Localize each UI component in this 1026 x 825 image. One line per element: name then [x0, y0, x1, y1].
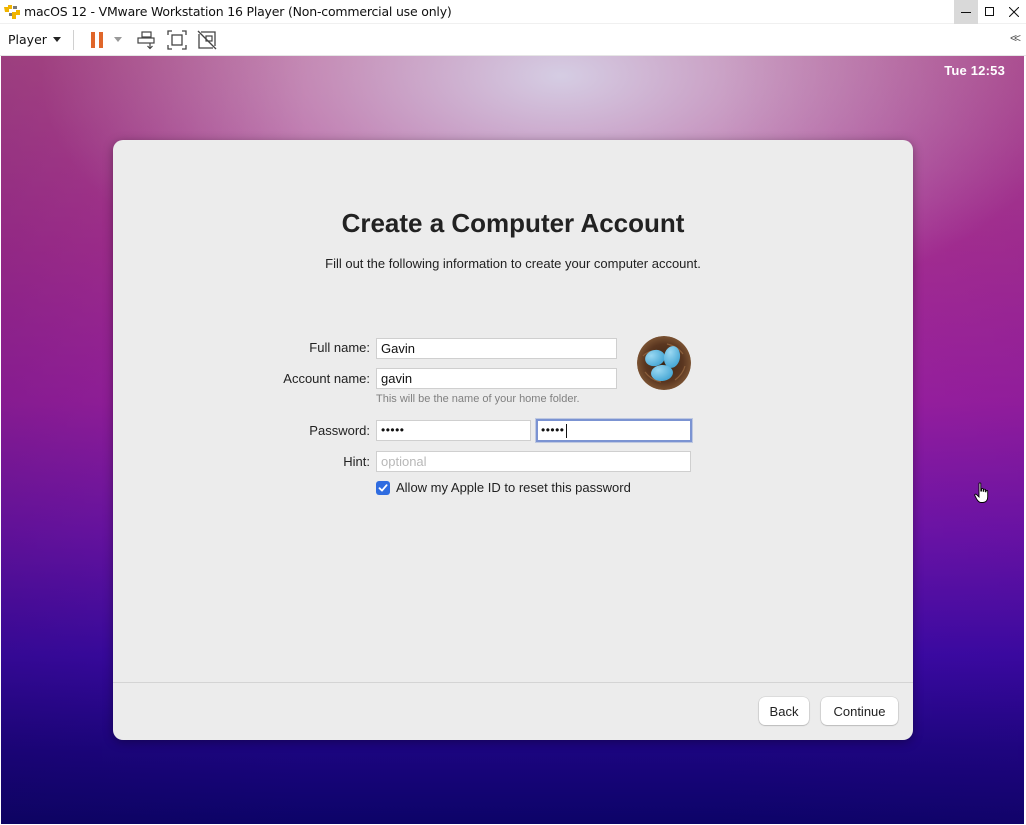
hand-pointer-cursor: [974, 482, 990, 509]
vmware-icon: [3, 3, 21, 21]
maximize-icon: [985, 7, 994, 16]
verify-password-value: •••••: [541, 423, 565, 437]
password-label: Password:: [309, 423, 370, 438]
hint-field[interactable]: [376, 451, 691, 472]
fullscreen-icon: [167, 29, 187, 50]
chevron-down-icon: [52, 37, 61, 42]
dialog-title: Create a Computer Account: [341, 208, 685, 238]
pause-icon: [90, 31, 103, 48]
window-titlebar: macOS 12 - VMware Workstation 16 Player …: [0, 0, 1026, 24]
account-name-helper: This will be the name of your home folde…: [376, 393, 580, 405]
send-ctrl-alt-del-button[interactable]: [136, 29, 158, 51]
create-account-dialog: Create a Computer Account Fill out the f…: [113, 140, 913, 740]
verify-password-field[interactable]: •••••: [536, 419, 692, 442]
player-menu-button[interactable]: Player: [8, 32, 61, 47]
vm-screen[interactable]: Tue 12:53 Create a Computer Account Fill…: [1, 56, 1024, 824]
allow-apple-id-reset-row[interactable]: Allow my Apple ID to reset this password: [376, 480, 631, 495]
checkmark-icon: [378, 483, 388, 491]
full-name-field[interactable]: [376, 338, 617, 359]
hint-label: Hint:: [343, 454, 370, 469]
minimize-button[interactable]: [954, 0, 978, 24]
bird-nest-eggs-icon: [637, 336, 691, 390]
footer-divider: [113, 682, 913, 683]
allow-apple-id-reset-label: Allow my Apple ID to reset this password: [396, 480, 631, 495]
send-ctrl-alt-del-icon: [137, 30, 155, 49]
hand-cursor-icon: [974, 482, 989, 503]
password-field[interactable]: •••••: [376, 420, 531, 441]
maximize-button[interactable]: [978, 0, 1002, 24]
account-name-label: Account name:: [283, 371, 370, 386]
power-options-dropdown[interactable]: [113, 37, 122, 42]
collapse-toolbar-button[interactable]: <<: [1010, 31, 1021, 45]
fullscreen-button[interactable]: [166, 29, 188, 51]
toolbar-divider: [72, 29, 74, 50]
close-icon: [1009, 7, 1019, 17]
menu-bar-clock: Tue 12:53: [944, 63, 1005, 78]
user-avatar-picker[interactable]: [637, 336, 691, 390]
window-title: macOS 12 - VMware Workstation 16 Player …: [24, 4, 452, 19]
continue-button[interactable]: Continue: [821, 697, 898, 725]
account-name-field[interactable]: [376, 368, 617, 389]
close-button[interactable]: [1002, 0, 1026, 24]
player-menu-label: Player: [8, 32, 47, 47]
vmware-toolbar: Player <<: [0, 24, 1026, 56]
window-controls: [954, 0, 1026, 24]
unity-icon: [197, 30, 217, 49]
back-button[interactable]: Back: [759, 697, 809, 725]
full-name-label: Full name:: [309, 340, 370, 355]
minimize-icon: [961, 12, 971, 13]
text-caret: [565, 423, 567, 438]
allow-apple-id-reset-checkbox[interactable]: [376, 480, 390, 495]
dialog-subtitle: Fill out the following information to cr…: [325, 256, 701, 271]
pause-button[interactable]: [86, 29, 108, 51]
unity-button[interactable]: [196, 29, 218, 51]
